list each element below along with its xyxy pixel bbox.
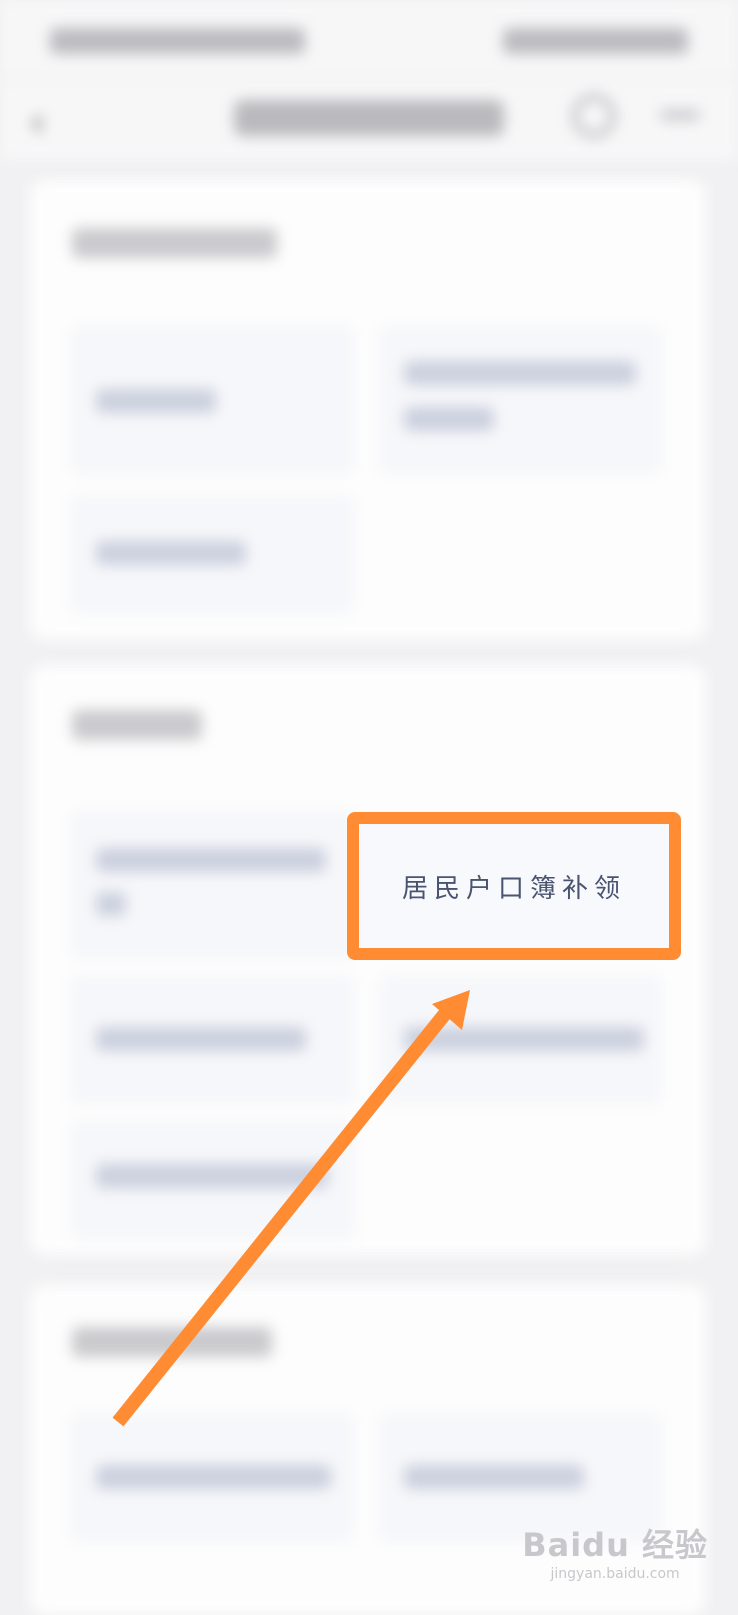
arrow-shaft	[112, 1005, 454, 1427]
baidu-jingyan-watermark: Baidu 经验 jingyan.baidu.com	[522, 1526, 708, 1582]
annotation-arrow	[112, 990, 470, 1427]
